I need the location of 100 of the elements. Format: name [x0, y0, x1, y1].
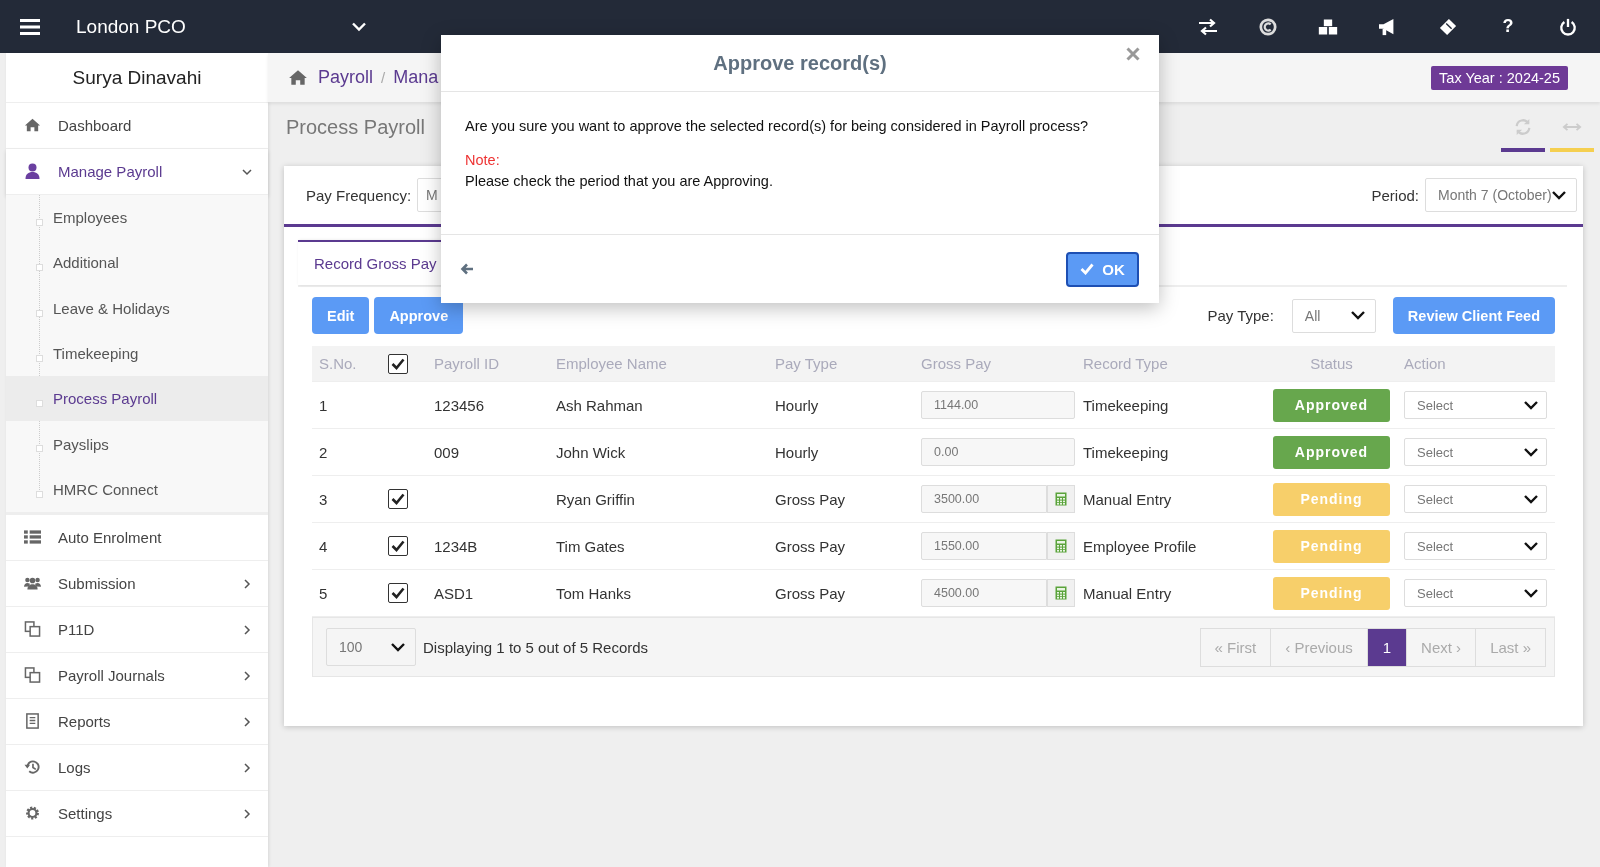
- chevron-down-icon: [1524, 447, 1538, 457]
- action-select[interactable]: Select: [1404, 532, 1547, 560]
- grid-icon: [24, 529, 41, 546]
- swap-icon[interactable]: [1198, 17, 1218, 36]
- gross-pay-field[interactable]: 3500.00: [921, 485, 1047, 513]
- table-cell-text: Hourly: [774, 396, 820, 414]
- table-cell-text: 1: [318, 396, 329, 414]
- chevron-down-icon: [1552, 190, 1566, 200]
- chevron-down-icon: [1350, 311, 1365, 320]
- row-checkbox[interactable]: [388, 583, 408, 603]
- sidebar-item[interactable]: Payroll Journals: [6, 653, 268, 700]
- sidebar-subitem[interactable]: Timekeeping: [6, 330, 268, 377]
- chevron-down-icon: [1524, 494, 1538, 504]
- status-badge: Pending: [1273, 576, 1390, 610]
- home-icon[interactable]: [288, 69, 308, 86]
- sidebar-item[interactable]: P11D: [6, 607, 268, 654]
- table-cell-text: 2: [318, 443, 329, 461]
- calculator-button[interactable]: [1047, 485, 1075, 513]
- tax-year-badge: Tax Year : 2024-25: [1431, 65, 1568, 90]
- breadcrumb-link[interactable]: Mana: [393, 67, 439, 88]
- sidebar-item[interactable]: Dashboard: [6, 103, 268, 149]
- calculator-button[interactable]: [1047, 532, 1075, 560]
- action-select[interactable]: Select: [1404, 438, 1547, 466]
- sidebar-item[interactable]: Logs: [6, 745, 268, 792]
- chevron-down-icon: [1524, 588, 1538, 598]
- sidebar-item[interactable]: Settings: [6, 791, 268, 838]
- table-cell-text: John Wick: [555, 443, 627, 461]
- column-header: Status: [1309, 355, 1354, 372]
- menu-icon[interactable]: [20, 18, 40, 35]
- action-select[interactable]: Select: [1404, 391, 1547, 419]
- table-cell-text: Tim Gates: [555, 537, 626, 555]
- page-button[interactable]: 1: [1366, 628, 1407, 666]
- table-cell: 1234B: [434, 537, 478, 555]
- table-cell-text: 3: [318, 490, 329, 508]
- table-cell: 123456: [434, 396, 485, 414]
- sidebar-subitem[interactable]: HMRC Connect: [6, 466, 268, 513]
- table-cell-text: Manual Entry: [1082, 584, 1173, 602]
- chevron-down-icon[interactable]: [352, 21, 366, 32]
- sidebar-subitem[interactable]: Leave & Holidays: [6, 285, 268, 331]
- page-title: Process Payroll: [286, 115, 425, 139]
- users-icon: [24, 575, 41, 592]
- gross-pay-field[interactable]: 1144.00: [921, 391, 1075, 419]
- page-size-select[interactable]: 100: [326, 628, 416, 666]
- action-select[interactable]: Select: [1404, 485, 1547, 513]
- ticket-icon[interactable]: [1438, 17, 1458, 36]
- table-cell: ASD1: [434, 584, 474, 602]
- document-icon: [24, 713, 41, 730]
- calculator-button[interactable]: [1047, 579, 1075, 607]
- action-select[interactable]: Select: [1404, 579, 1547, 607]
- table-cell: 009: [434, 443, 460, 461]
- gross-pay-field[interactable]: 0.00: [921, 438, 1075, 466]
- note-label: Note:: [465, 152, 501, 168]
- help-icon[interactable]: ?: [1498, 16, 1518, 37]
- checkmark-icon: [1080, 263, 1095, 275]
- chevron-down-icon: [391, 642, 405, 652]
- sidebar-subitem[interactable]: Payslips: [6, 421, 268, 467]
- table-cell-text: Ryan Griffin: [555, 490, 636, 508]
- column-header: Payroll ID: [433, 355, 501, 372]
- sidebar-subitem[interactable]: Additional: [6, 240, 268, 286]
- close-icon[interactable]: [1126, 47, 1140, 61]
- table-cell-text: Employee Profile: [1082, 537, 1198, 555]
- power-icon[interactable]: [1558, 17, 1578, 36]
- select-all-checkbox[interactable]: [388, 353, 408, 374]
- settings-icon: [24, 805, 41, 822]
- company-name: London PCO: [76, 15, 187, 38]
- column-header: Employee Name: [555, 355, 668, 372]
- copy-icon: [24, 667, 41, 684]
- calculator-icon: [1055, 539, 1067, 553]
- field-label: Period:: [1371, 186, 1419, 204]
- gross-pay-field[interactable]: 1550.00: [921, 532, 1047, 560]
- table-cell-text: Manual Entry: [1082, 490, 1173, 508]
- breadcrumb-link[interactable]: Payroll: [318, 67, 374, 88]
- row-checkbox[interactable]: [388, 536, 408, 556]
- table-cell-text: Tom Hanks: [555, 584, 633, 602]
- sidebar-subitem[interactable]: Process Payroll: [6, 376, 268, 422]
- chevron-down-icon: [1524, 400, 1538, 410]
- note-text: Please check the period that you are Approving.: [465, 173, 774, 189]
- sidebar-item[interactable]: Submission: [6, 561, 268, 608]
- table-cell-text: Hourly: [774, 443, 820, 461]
- status-badge: Pending: [1273, 529, 1390, 563]
- sidebar-subitem[interactable]: Employees: [6, 195, 268, 241]
- table-cell-text: Timekeeping: [1082, 443, 1170, 461]
- copyright-icon[interactable]: [1258, 17, 1278, 36]
- calculator-icon: [1055, 586, 1067, 600]
- gross-pay-field[interactable]: 4500.00: [921, 579, 1047, 607]
- sidebar-item[interactable]: Reports: [6, 699, 268, 746]
- column-header: Gross Pay: [920, 355, 993, 372]
- field-label: Pay Frequency:: [306, 186, 412, 204]
- period-select[interactable]: Month 7 (October): [1425, 178, 1577, 212]
- breadcrumb-separator: /: [381, 69, 386, 86]
- cubes-icon[interactable]: [1318, 17, 1338, 36]
- column-header: Record Type: [1082, 355, 1169, 372]
- sidebar-item[interactable]: Auto Enrolment: [6, 515, 268, 562]
- table-cell-text: 4: [318, 537, 329, 555]
- pay-type-select[interactable]: All: [1291, 298, 1376, 333]
- table-cell-text: Gross Pay: [774, 490, 847, 508]
- back-arrow-icon[interactable]: [460, 263, 474, 275]
- dialog-title: Approve record(s): [713, 51, 887, 75]
- row-checkbox[interactable]: [388, 489, 408, 509]
- records-summary: Displaying 1 to 5 out of 5 Records: [423, 638, 649, 656]
